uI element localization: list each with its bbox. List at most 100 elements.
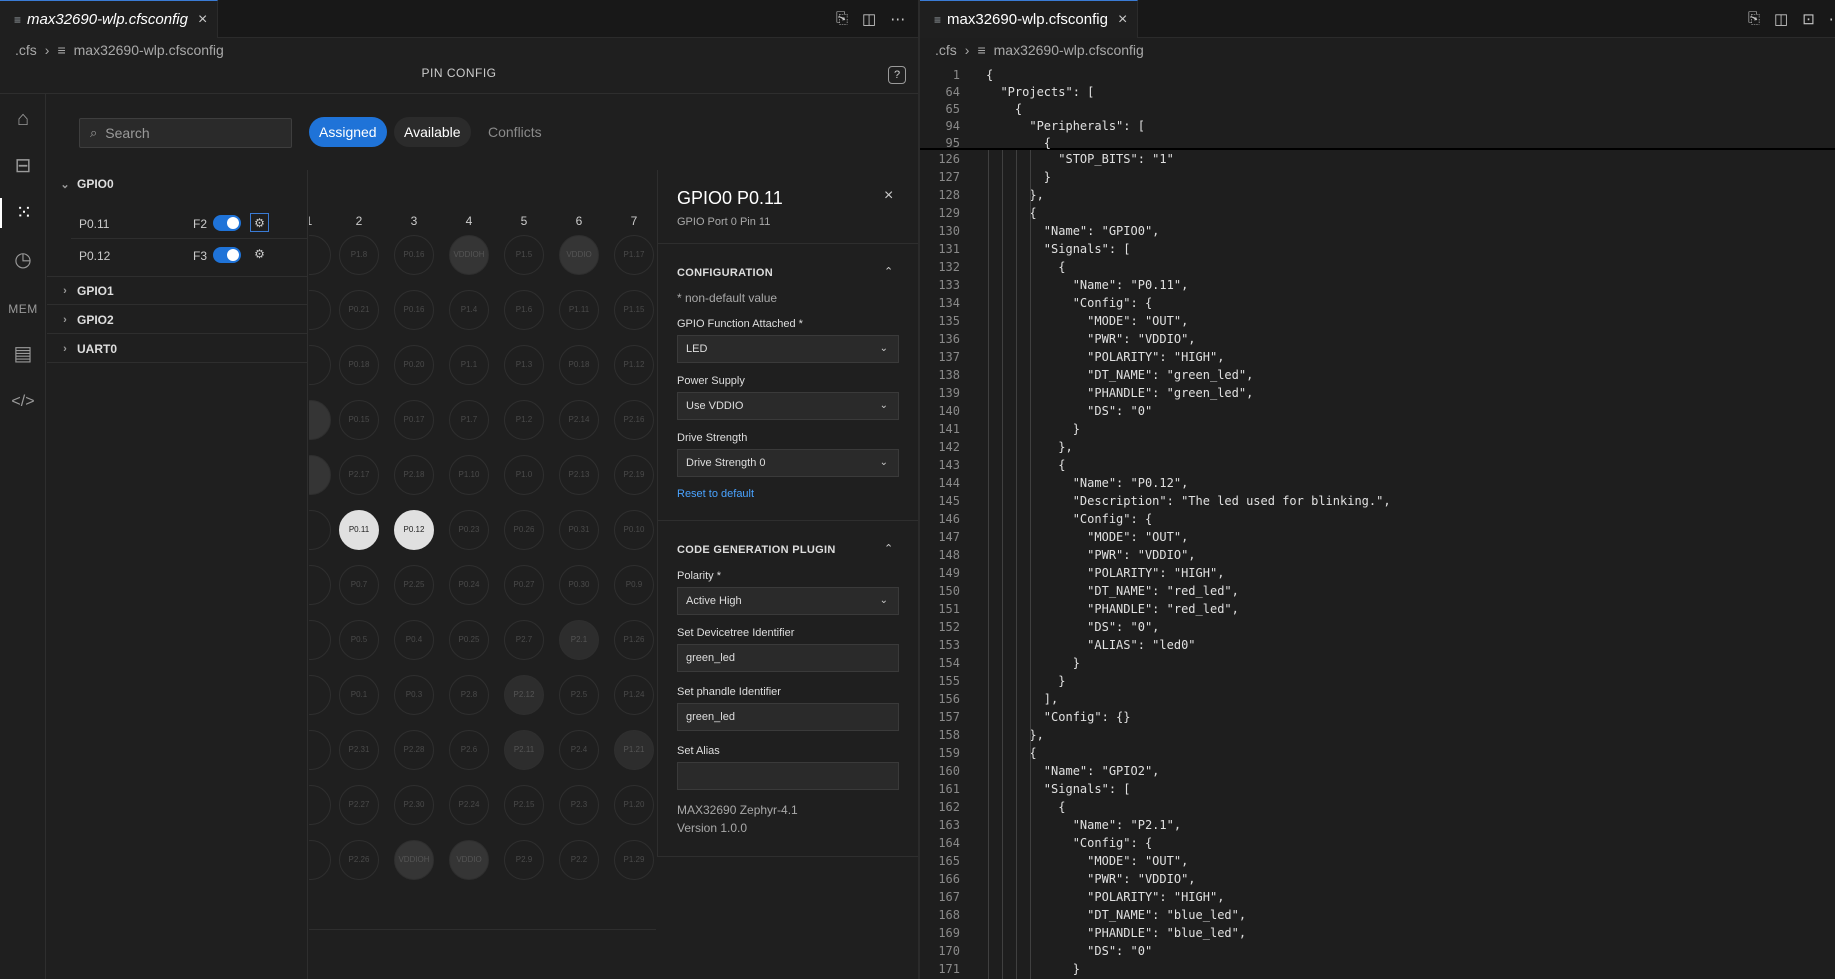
phandle-id-input[interactable]: green_led — [677, 703, 899, 731]
grid-pin[interactable] — [309, 675, 331, 715]
grid-pin[interactable]: P0.4 — [394, 620, 434, 660]
grid-pin[interactable]: P2.8 — [449, 675, 489, 715]
grid-pin[interactable]: P2.25 — [394, 565, 434, 605]
code-line[interactable]: 126 "STOP_BITS": "1" — [920, 150, 1835, 168]
grid-pin[interactable]: P0.10 — [614, 510, 654, 550]
grid-pin[interactable]: P1.4 — [449, 290, 489, 330]
grid-pin[interactable]: P0.18 — [339, 345, 379, 385]
code-line[interactable]: 170 "DS": "0" — [920, 942, 1835, 960]
grid-pin[interactable] — [309, 290, 331, 330]
breadcrumb-folder[interactable]: .cfs — [15, 42, 37, 58]
filter-available-button[interactable]: Available — [394, 117, 471, 147]
code-editor[interactable]: 126 "STOP_BITS": "1" 127 } 128 }, 129 {130 … — [920, 62, 1835, 979]
tree-pin-row[interactable]: P0.12 F3 ⚙ — [47, 240, 308, 270]
close-tab-icon[interactable]: × — [198, 11, 207, 29]
code-line[interactable]: 159 { — [920, 744, 1835, 762]
code-line[interactable]: 166 "PWR": "VDDIO", — [920, 870, 1835, 888]
grid-pin[interactable]: P0.16 — [394, 235, 434, 275]
code-line[interactable]: 139 "PHANDLE": "green_led", — [920, 384, 1835, 402]
grid-pin[interactable]: P1.29 — [614, 840, 654, 880]
docs-icon[interactable]: ▤ — [0, 339, 46, 369]
code-line[interactable]: 158 }, — [920, 726, 1835, 744]
code-line[interactable]: 132 { — [920, 258, 1835, 276]
search-input[interactable]: ⌕ Search — [79, 118, 292, 148]
grid-pin[interactable]: P1.10 — [449, 455, 489, 495]
grid-pin[interactable]: P2.13 — [559, 455, 599, 495]
code-line[interactable]: 148 "PWR": "VDDIO", — [920, 546, 1835, 564]
grid-pin[interactable]: P0.24 — [449, 565, 489, 605]
grid-pin[interactable]: P2.16 — [614, 400, 654, 440]
grid-pin[interactable]: VDDIO — [559, 235, 599, 275]
grid-pin[interactable]: P0.12 — [394, 510, 434, 550]
grid-pin[interactable]: P1.11 — [559, 290, 599, 330]
peripherals-icon[interactable]: ⊟ — [0, 151, 46, 181]
tree-pin-row[interactable]: P0.11 F2 ⚙ — [47, 208, 308, 238]
grid-pin[interactable] — [309, 730, 331, 770]
grid-pin[interactable]: P0.17 — [394, 400, 434, 440]
power-supply-select[interactable]: Use VDDIO ⌄ — [677, 392, 899, 420]
gpio-function-select[interactable]: LED ⌄ — [677, 335, 899, 363]
open-source-icon[interactable]: ⎘ — [1748, 10, 1760, 28]
grid-pin[interactable]: P0.15 — [339, 400, 379, 440]
code-line[interactable]: 167 "POLARITY": "HIGH", — [920, 888, 1835, 906]
grid-pin[interactable]: P1.20 — [614, 785, 654, 825]
breadcrumb-folder[interactable]: .cfs — [935, 42, 957, 58]
grid-pin[interactable]: P1.17 — [614, 235, 654, 275]
grid-pin[interactable]: P0.9 — [614, 565, 654, 605]
grid-pin[interactable]: P1.6 — [504, 290, 544, 330]
sticky-line[interactable]: 95 { — [920, 134, 1835, 152]
grid-pin[interactable]: P1.21 — [614, 730, 654, 770]
code-line[interactable]: 145 "Description": "The led used for bli… — [920, 492, 1835, 510]
chevron-up-icon[interactable]: ⌃ — [884, 265, 893, 278]
code-line[interactable]: 134 "Config": { — [920, 294, 1835, 312]
filter-conflicts-button[interactable]: Conflicts — [478, 117, 552, 147]
grid-pin[interactable]: P2.17 — [339, 455, 379, 495]
devicetree-id-input[interactable]: green_led — [677, 644, 899, 672]
grid-pin[interactable]: VDDIOH — [394, 840, 434, 880]
tree-group-gpio1[interactable]: › GPIO1 — [47, 277, 308, 305]
code-line[interactable]: 155 } — [920, 672, 1835, 690]
tree-group-gpio2[interactable]: › GPIO2 — [47, 306, 308, 334]
close-tab-icon[interactable]: × — [1118, 11, 1127, 29]
code-line[interactable]: 143 { — [920, 456, 1835, 474]
grid-pin[interactable]: P2.15 — [504, 785, 544, 825]
grid-pin[interactable]: P2.6 — [449, 730, 489, 770]
code-line[interactable]: 151 "PHANDLE": "red_led", — [920, 600, 1835, 618]
code-line[interactable]: 165 "MODE": "OUT", — [920, 852, 1835, 870]
pin-config-icon[interactable]: ⚙ — [250, 213, 269, 232]
grid-pin[interactable] — [309, 400, 331, 440]
code-line[interactable]: 135 "MODE": "OUT", — [920, 312, 1835, 330]
grid-pin[interactable] — [309, 620, 331, 660]
code-line[interactable]: 144 "Name": "P0.12", — [920, 474, 1835, 492]
help-button[interactable]: ? — [888, 66, 906, 84]
grid-pin[interactable]: P2.18 — [394, 455, 434, 495]
split-editor-icon[interactable]: ◫ — [862, 10, 876, 28]
code-line[interactable]: 150 "DT_NAME": "red_led", — [920, 582, 1835, 600]
grid-pin[interactable]: P0.3 — [394, 675, 434, 715]
lock-icon[interactable]: ⊡ — [1802, 10, 1815, 28]
grid-pin[interactable]: P2.14 — [559, 400, 599, 440]
code-line[interactable]: 164 "Config": { — [920, 834, 1835, 852]
editor-tab[interactable]: ≡ max32690-wlp.cfsconfig × — [0, 0, 219, 38]
pin-config-icon[interactable]: ⚙ — [250, 245, 269, 264]
code-line[interactable]: 163 "Name": "P2.1", — [920, 816, 1835, 834]
code-line[interactable]: 130 "Name": "GPIO0", — [920, 222, 1835, 240]
more-actions-icon[interactable]: ⋯ — [1829, 10, 1835, 28]
configuration-section-header[interactable]: CONFIGURATION — [677, 267, 773, 279]
code-line[interactable]: 152 "DS": "0", — [920, 618, 1835, 636]
grid-pin[interactable]: P2.3 — [559, 785, 599, 825]
sticky-line[interactable]: 1{ — [920, 66, 1835, 84]
grid-pin[interactable]: P1.2 — [504, 400, 544, 440]
grid-pin[interactable]: P2.19 — [614, 455, 654, 495]
grid-pin[interactable]: P2.24 — [449, 785, 489, 825]
grid-pin[interactable] — [309, 235, 331, 275]
code-line[interactable]: 169 "PHANDLE": "blue_led", — [920, 924, 1835, 942]
grid-pin[interactable]: P0.23 — [449, 510, 489, 550]
grid-pin[interactable]: P2.5 — [559, 675, 599, 715]
grid-pin[interactable]: P0.26 — [504, 510, 544, 550]
code-line[interactable]: 142 }, — [920, 438, 1835, 456]
grid-pin[interactable] — [309, 455, 331, 495]
home-icon[interactable]: ⌂ — [0, 104, 46, 134]
grid-pin[interactable]: P0.11 — [339, 510, 379, 550]
grid-pin[interactable]: P2.30 — [394, 785, 434, 825]
